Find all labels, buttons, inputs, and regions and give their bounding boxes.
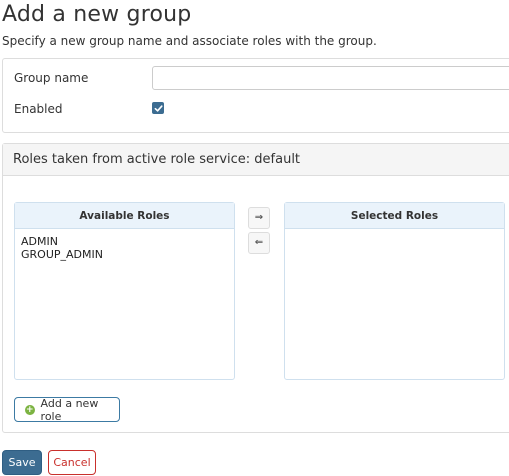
roles-panel: Roles taken from active role service: de… <box>2 143 509 433</box>
roles-panel-header: Roles taken from active role service: de… <box>3 144 509 176</box>
available-roles-list[interactable]: Available Roles ADMIN GROUP_ADMIN <box>14 202 235 380</box>
selected-roles-list[interactable]: Selected Roles <box>284 202 505 380</box>
group-name-input[interactable] <box>152 66 509 90</box>
add-new-role-button[interactable]: + Add a new role <box>14 396 120 423</box>
move-right-button[interactable]: ⇒ <box>248 207 270 229</box>
selected-roles-items <box>285 229 504 241</box>
available-roles-title: Available Roles <box>15 203 234 229</box>
move-left-button[interactable]: ⇐ <box>248 232 270 254</box>
cancel-button[interactable]: Cancel <box>48 450 96 475</box>
plus-circle-icon: + <box>25 404 35 415</box>
enabled-checkbox[interactable] <box>152 102 164 114</box>
role-item[interactable]: ADMIN <box>21 235 228 248</box>
page-title: Add a new group <box>2 2 192 27</box>
group-name-label: Group name <box>14 71 89 85</box>
checkmark-icon <box>154 104 163 112</box>
selected-roles-title: Selected Roles <box>285 203 504 229</box>
save-button[interactable]: Save <box>2 450 42 475</box>
add-new-role-label: Add a new role <box>40 396 99 423</box>
role-item[interactable]: GROUP_ADMIN <box>21 248 228 261</box>
enabled-label: Enabled <box>14 102 63 116</box>
group-form-panel: Group name Enabled <box>2 58 509 133</box>
available-roles-items: ADMIN GROUP_ADMIN <box>15 229 234 267</box>
page-subtitle: Specify a new group name and associate r… <box>2 34 377 48</box>
